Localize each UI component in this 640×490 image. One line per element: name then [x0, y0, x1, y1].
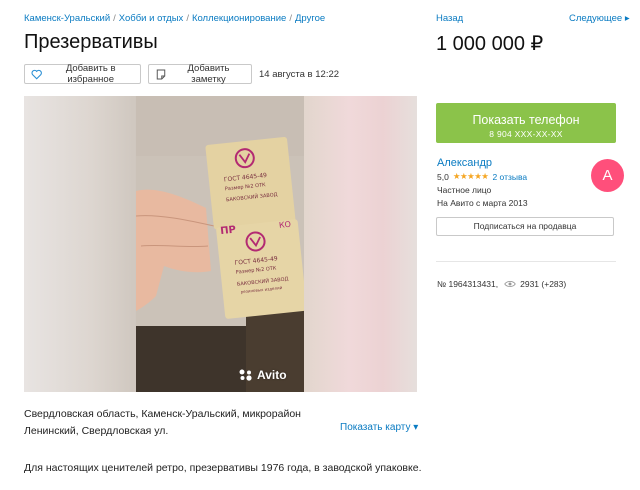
- seller-rating: 5,0 ★★★★★ 2 отзыва: [437, 171, 527, 182]
- breadcrumb: Каменск-Уральский / Хобби и отдых / Коллекци…: [24, 13, 326, 24]
- divider: [436, 261, 616, 262]
- eye-icon: [504, 281, 516, 287]
- watermark-text: Avito: [257, 368, 287, 382]
- seller-since: На Авито с марта 2013: [437, 198, 528, 208]
- gallery-blur-left: [24, 96, 136, 392]
- avito-logo-icon: [239, 369, 252, 381]
- breadcrumb-item-collecting[interactable]: Коллекционирование: [192, 13, 286, 24]
- add-note-label: Добавить заметку: [187, 63, 230, 85]
- note-icon: [156, 69, 166, 79]
- back-link[interactable]: Назад: [436, 13, 463, 24]
- subscribe-seller-button[interactable]: Подписаться на продавца: [436, 217, 614, 236]
- view-count: 2931 (+283): [520, 279, 567, 289]
- next-link[interactable]: Следующее ▸: [569, 13, 630, 24]
- description: Для настоящих ценителей ретро, презерват…: [24, 462, 422, 474]
- seller-type: Частное лицо: [437, 185, 492, 195]
- seller-name[interactable]: Александр: [437, 157, 492, 169]
- price: 1 000 000 ₽: [436, 33, 544, 55]
- gallery-blur-right: [304, 96, 417, 392]
- breadcrumb-item-city[interactable]: Каменск-Уральский: [24, 13, 110, 24]
- heart-icon: [31, 69, 42, 80]
- add-to-favorites-button[interactable]: Добавить в избранное: [24, 63, 141, 85]
- add-to-favorites-label: Добавить в избранное: [65, 63, 116, 85]
- item-number: № 1964313431,: [437, 279, 499, 289]
- page-title: Презервативы: [24, 31, 158, 53]
- rating-value: 5,0: [437, 171, 449, 182]
- masked-phone: 8 904 XXX-XX-XX: [489, 128, 563, 139]
- show-phone-button[interactable]: Показать телефон 8 904 XXX-XX-XX: [436, 103, 616, 143]
- item-stats: № 1964313431, 2931 (+283): [437, 279, 566, 289]
- breadcrumb-item-hobby[interactable]: Хобби и отдых: [119, 13, 184, 24]
- photo-gallery[interactable]: ПР КО ГОСТ 4645-49 Размер №2 ОТК БАКОВСК…: [24, 96, 417, 392]
- breadcrumb-item-other[interactable]: Другое: [295, 13, 325, 24]
- rating-stars: ★★★★★: [452, 171, 489, 181]
- show-phone-label: Показать телефон: [472, 112, 580, 127]
- svg-text:ПР: ПР: [220, 225, 237, 238]
- add-note-button[interactable]: Добавить заметку: [148, 63, 252, 85]
- product-photo[interactable]: ПР КО ГОСТ 4645-49 Размер №2 ОТК БАКОВСК…: [136, 96, 304, 392]
- address: Свердловская область, Каменск-Уральский,…: [24, 408, 301, 437]
- svg-text:КО: КО: [279, 220, 292, 230]
- avito-watermark: Avito: [238, 368, 287, 382]
- post-date: 14 августа в 12:22: [259, 69, 340, 80]
- show-map-link[interactable]: Показать карту ▾: [340, 422, 418, 433]
- reviews-link[interactable]: 2 отзыва: [492, 172, 527, 182]
- avatar[interactable]: А: [591, 159, 624, 192]
